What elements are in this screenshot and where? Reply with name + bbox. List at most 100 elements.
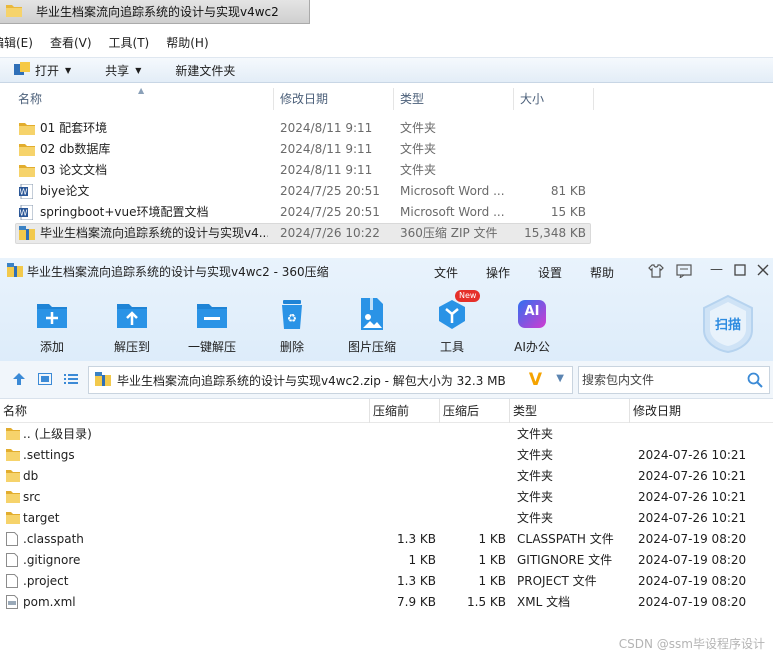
file-name: 毕业生档案流向追踪系统的设计与实现v4... xyxy=(40,226,268,240)
entry-size-before: 1.3 KB xyxy=(397,574,436,588)
entry-size-before: 1.3 KB xyxy=(397,532,436,546)
menu-view[interactable]: 查看(V) xyxy=(50,33,101,53)
column-name-label: 名称 xyxy=(18,92,43,106)
column-type-label: 类型 xyxy=(400,92,425,106)
vip-icon[interactable]: V xyxy=(529,370,542,390)
one-click-extract-icon xyxy=(195,298,229,330)
minimize-icon[interactable]: — xyxy=(710,262,723,277)
tools-icon: New xyxy=(435,290,481,330)
thumbnail-view-icon[interactable] xyxy=(38,373,52,388)
file-icon xyxy=(6,553,18,570)
file-type: 360压缩 ZIP 文件 xyxy=(400,226,498,240)
column-type[interactable]: 类型 xyxy=(510,399,630,423)
column-date[interactable]: 修改日期 xyxy=(630,399,773,423)
menu-tools[interactable]: 工具(T) xyxy=(109,33,159,53)
add-button[interactable]: 添加 xyxy=(12,298,92,355)
column-name-label: 名称 xyxy=(3,404,28,418)
file-type: Microsoft Word ... xyxy=(400,184,505,198)
explorer-window: 毕业生档案流向追踪系统的设计与实现v4wc2 编辑(E) 查看(V) 工具(T)… xyxy=(0,0,773,258)
list-item[interactable]: 01 配套环境 2024/8/11 9:11 文件夹 xyxy=(0,118,773,139)
one-click-extract-button[interactable]: 一键解压 xyxy=(172,298,252,355)
extract-to-button[interactable]: 解压到 xyxy=(92,298,172,355)
entry-date: 2024-07-26 10:21 xyxy=(638,448,747,462)
zip-archive-icon xyxy=(19,226,35,243)
file-name: 02 db数据库 xyxy=(40,142,111,156)
entry-date: 2024-07-19 08:20 xyxy=(638,574,747,588)
zip360-title: 毕业生档案流向追踪系统的设计与实现v4wc2 - 360压缩 xyxy=(27,264,329,279)
delete-label: 删除 xyxy=(279,340,304,354)
column-date[interactable]: 修改日期 xyxy=(274,88,394,110)
table-row[interactable]: .settings 文件夹 2024-07-26 10:21 xyxy=(0,445,773,466)
folder-icon xyxy=(19,142,35,159)
table-row[interactable]: src 文件夹 2024-07-26 10:21 xyxy=(0,487,773,508)
list-item[interactable]: 02 db数据库 2024/8/11 9:11 文件夹 xyxy=(0,139,773,160)
entry-name: .gitignore xyxy=(23,553,81,567)
menu-edit[interactable]: 编辑(E) xyxy=(0,33,42,53)
file-name: springboot+vue环境配置文档 xyxy=(40,205,209,219)
search-icon[interactable] xyxy=(747,372,763,391)
archive-search-input[interactable] xyxy=(579,367,739,393)
file-type: Microsoft Word ... xyxy=(400,205,505,219)
explorer-title: 毕业生档案流向追踪系统的设计与实现v4wc2 xyxy=(36,5,279,19)
column-size-before[interactable]: 压缩前 xyxy=(370,399,440,423)
entry-name: .project xyxy=(23,574,69,588)
tools-button[interactable]: New 工具 xyxy=(412,290,492,355)
svg-text:W: W xyxy=(20,188,28,197)
new-folder-button[interactable]: 新建文件夹 xyxy=(175,62,235,79)
entry-date: 2024-07-26 10:21 xyxy=(638,511,747,525)
column-name[interactable]: 名称 xyxy=(0,399,370,423)
image-compress-button[interactable]: 图片压缩 xyxy=(332,298,412,355)
folder-icon xyxy=(6,427,20,443)
close-icon[interactable] xyxy=(757,264,769,280)
explorer-titlebar[interactable]: 毕业生档案流向追踪系统的设计与实现v4wc2 xyxy=(0,0,310,24)
menu-help[interactable]: 帮助 xyxy=(590,264,614,281)
column-type[interactable]: 类型 xyxy=(394,88,514,110)
skin-icon[interactable] xyxy=(648,264,664,282)
zip360-address-bar: 毕业生档案流向追踪系统的设计与实现v4wc2.zip - 解包大小为 32.3 … xyxy=(0,361,773,399)
list-item[interactable]: W biye论文 2024/7/25 20:51 Microsoft Word … xyxy=(0,181,773,202)
list-item[interactable]: 03 论文文档 2024/8/11 9:11 文件夹 xyxy=(0,160,773,181)
table-row[interactable]: db 文件夹 2024-07-26 10:21 xyxy=(0,466,773,487)
column-size-after[interactable]: 压缩后 xyxy=(440,399,510,423)
up-arrow-icon[interactable] xyxy=(12,372,26,389)
folder-icon xyxy=(6,448,20,464)
entry-date: 2024-07-19 08:20 xyxy=(638,532,747,546)
column-size[interactable]: 大小 xyxy=(514,88,594,110)
menu-settings[interactable]: 设置 xyxy=(538,264,562,281)
table-row[interactable]: target 文件夹 2024-07-26 10:21 xyxy=(0,508,773,529)
archive-path-text: 毕业生档案流向追踪系统的设计与实现v4wc2.zip - 解包大小为 32.3 … xyxy=(117,373,506,388)
ai-office-button[interactable]: AI AI办公 xyxy=(492,298,572,355)
menu-operate[interactable]: 操作 xyxy=(486,264,510,281)
folder-icon xyxy=(19,121,35,138)
menu-file[interactable]: 文件 xyxy=(434,264,458,281)
file-name: biye论文 xyxy=(40,184,90,198)
open-button[interactable]: 打开 ▼ xyxy=(14,61,71,79)
word-doc-icon: W xyxy=(19,183,34,202)
menu-help[interactable]: 帮助(H) xyxy=(166,33,217,53)
table-row[interactable]: pom.xml 7.9 KB 1.5 KB XML 文档 2024-07-19 … xyxy=(0,592,773,613)
share-button[interactable]: 共享 ▼ xyxy=(105,62,141,79)
column-name[interactable]: 名称 ▲ xyxy=(12,86,274,110)
table-row[interactable]: .. (上级目录) 文件夹 xyxy=(0,424,773,445)
ai-office-label: AI办公 xyxy=(514,340,550,354)
feedback-icon[interactable] xyxy=(676,264,692,282)
table-row[interactable]: .gitignore 1 KB 1 KB GITIGNORE 文件 2024-0… xyxy=(0,550,773,571)
table-row[interactable]: .classpath 1.3 KB 1 KB CLASSPATH 文件 2024… xyxy=(0,529,773,550)
archive-search-field[interactable] xyxy=(578,366,770,394)
list-item-selected[interactable]: 毕业生档案流向追踪系统的设计与实现v4... 2024/7/26 10:22 3… xyxy=(0,223,773,244)
entry-type: GITIGNORE 文件 xyxy=(517,553,613,567)
entry-type: XML 文档 xyxy=(517,595,571,609)
table-row[interactable]: .project 1.3 KB 1 KB PROJECT 文件 2024-07-… xyxy=(0,571,773,592)
folder-icon xyxy=(19,163,35,180)
list-view-icon[interactable] xyxy=(64,373,78,388)
extract-to-label: 解压到 xyxy=(113,340,150,354)
add-label: 添加 xyxy=(39,340,64,354)
scan-button[interactable]: 扫描 xyxy=(700,294,756,354)
chevron-down-icon[interactable]: ▼ xyxy=(556,373,564,384)
column-type-label: 类型 xyxy=(513,404,538,418)
file-icon xyxy=(6,532,18,549)
maximize-icon[interactable] xyxy=(734,264,746,280)
archive-path-field[interactable]: 毕业生档案流向追踪系统的设计与实现v4wc2.zip - 解包大小为 32.3 … xyxy=(88,366,573,394)
list-item[interactable]: W springboot+vue环境配置文档 2024/7/25 20:51 M… xyxy=(0,202,773,223)
delete-button[interactable]: ♻ 删除 xyxy=(252,298,332,355)
